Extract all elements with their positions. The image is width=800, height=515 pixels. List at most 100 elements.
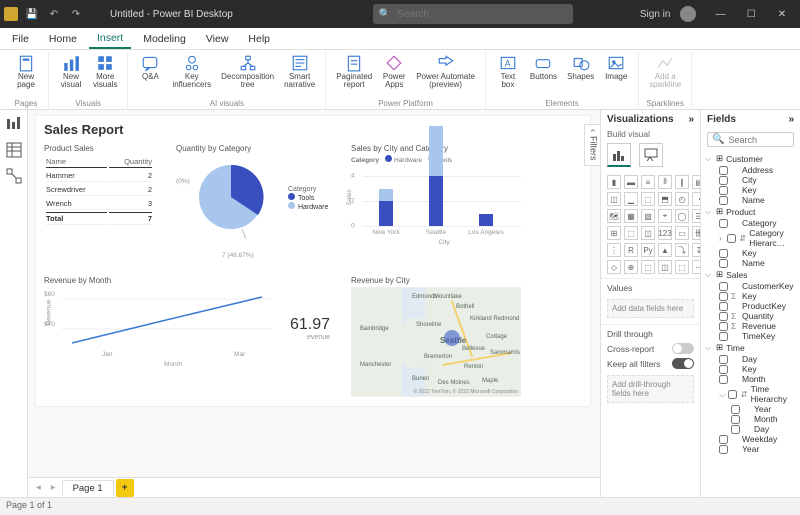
field-month[interactable]: Month [705, 414, 796, 424]
build-visual-tab[interactable] [607, 143, 631, 167]
ribbon-key-influencers[interactable]: Key influencers [168, 52, 215, 92]
ribbon-smart-narrative[interactable]: Smart narrative [280, 52, 319, 92]
field-productkey[interactable]: ProductKey [705, 301, 796, 311]
collapse-icon[interactable]: » [688, 114, 694, 125]
save-icon[interactable]: 💾 [24, 6, 40, 22]
minimize-button[interactable]: — [706, 9, 734, 20]
field-key[interactable]: Key [705, 364, 796, 374]
ribbon-image[interactable]: Image [600, 52, 632, 92]
table-time[interactable]: ⌵⊞Time [705, 341, 796, 354]
viz-type-1[interactable]: ▬ [624, 175, 638, 189]
field-weekday[interactable]: Weekday [705, 434, 796, 444]
field-city[interactable]: City [705, 175, 796, 185]
maximize-button[interactable]: ☐ [737, 9, 765, 20]
visual-product-sales[interactable]: Product Sales NameQuantityHammer2Screwdr… [44, 144, 154, 227]
visual-sales-city-category[interactable]: Sales by City and Category Category Hard… [351, 144, 531, 236]
viz-type-10[interactable]: ◴ [675, 192, 689, 206]
viz-type-9[interactable]: ⬒ [658, 192, 672, 206]
fields-search-input[interactable] [728, 135, 789, 145]
filters-collapsed-pane[interactable]: ‹ Filters [584, 124, 600, 166]
ribbon-shapes[interactable]: Shapes [563, 52, 598, 92]
map-visual[interactable]: Seattle Bothell Kirkland Redmond Des Moi… [351, 287, 521, 397]
values-well[interactable]: Add data fields here [607, 299, 694, 318]
menu-insert[interactable]: Insert [89, 29, 131, 49]
global-search[interactable]: 🔍 [373, 4, 573, 24]
viz-type-22[interactable]: ▭ [675, 226, 689, 240]
fields-search[interactable]: 🔍 [707, 132, 794, 147]
viz-type-2[interactable]: ≡ [641, 175, 655, 189]
drillthrough-well[interactable]: Add drill-through fields here [607, 375, 694, 403]
viz-type-28[interactable]: ⤵ [675, 243, 689, 257]
tab-nav-right[interactable]: ▸ [47, 482, 60, 493]
field-timehierarchy[interactable]: ⌵⇵Time Hierarchy [705, 384, 796, 404]
ribbon-powerautomate-preview[interactable]: Power Automate (preview) [412, 52, 479, 92]
viz-type-3[interactable]: ⫴ [658, 175, 672, 189]
data-view-icon[interactable] [6, 142, 22, 158]
global-search-input[interactable] [397, 9, 567, 20]
field-categoryhierarc[interactable]: ›⇵Category Hierarc… [705, 228, 796, 248]
table-customer[interactable]: ⌵⊞Customer [705, 152, 796, 165]
viz-type-24[interactable]: ⋮ [607, 243, 621, 257]
model-view-icon[interactable] [6, 168, 22, 184]
viz-type-7[interactable]: ▁ [624, 192, 638, 206]
field-key[interactable]: Key [705, 185, 796, 195]
format-visual-tab[interactable] [639, 143, 663, 167]
avatar[interactable] [680, 6, 696, 22]
redo-icon[interactable]: ↷ [68, 6, 84, 22]
close-button[interactable]: ✕ [768, 9, 796, 20]
page-tab[interactable]: Page 1 [62, 480, 114, 496]
field-name[interactable]: Name [705, 258, 796, 268]
field-year[interactable]: Year [705, 404, 796, 414]
menu-help[interactable]: Help [240, 30, 278, 48]
viz-type-25[interactable]: R [624, 243, 638, 257]
viz-type-8[interactable]: ⬚ [641, 192, 655, 206]
field-category[interactable]: Category [705, 218, 796, 228]
report-canvas[interactable]: Sales Report Product Sales NameQuantityH… [28, 110, 600, 505]
tab-nav-left[interactable]: ◂ [32, 482, 45, 493]
viz-type-20[interactable]: ◫ [641, 226, 655, 240]
keep-filters-toggle[interactable] [672, 358, 694, 369]
viz-type-27[interactable]: ▲ [658, 243, 672, 257]
viz-type-18[interactable]: ⊞ [607, 226, 621, 240]
viz-type-34[interactable]: ⬚ [675, 260, 689, 274]
sign-in-link[interactable]: Sign in [640, 9, 671, 20]
ribbon-buttons[interactable]: Buttons [526, 52, 561, 92]
field-timekey[interactable]: TimeKey [705, 331, 796, 341]
viz-type-14[interactable]: ▧ [641, 209, 655, 223]
field-revenue[interactable]: ΣRevenue [705, 321, 796, 331]
report-view-icon[interactable] [6, 116, 22, 132]
ribbon-new-page[interactable]: New page [10, 52, 42, 92]
table-product[interactable]: ⌵⊞Product [705, 205, 796, 218]
field-key[interactable]: Key [705, 248, 796, 258]
field-year[interactable]: Year [705, 444, 796, 454]
menu-home[interactable]: Home [41, 30, 85, 48]
field-address[interactable]: Address [705, 165, 796, 175]
viz-type-13[interactable]: ▦ [624, 209, 638, 223]
collapse-icon[interactable]: » [788, 114, 794, 125]
viz-type-31[interactable]: ⊕ [624, 260, 638, 274]
viz-type-19[interactable]: ⬚ [624, 226, 638, 240]
cross-report-toggle[interactable] [672, 343, 694, 354]
ribbon-paginated-report[interactable]: Paginated report [332, 52, 376, 92]
field-month[interactable]: Month [705, 374, 796, 384]
ribbon-decomposition-tree[interactable]: Decomposition tree [217, 52, 278, 92]
table-sales[interactable]: ⌵⊞Sales [705, 268, 796, 281]
menu-modeling[interactable]: Modeling [135, 30, 194, 48]
undo-icon[interactable]: ↶ [46, 6, 62, 22]
viz-type-12[interactable]: 🗺 [607, 209, 621, 223]
visual-revenue-by-city[interactable]: Revenue by City Seattle Bothell Kirkland… [351, 276, 521, 397]
viz-type-33[interactable]: ◫ [658, 260, 672, 274]
viz-type-30[interactable]: ◇ [607, 260, 621, 274]
ribbon-qa[interactable]: Q&A [134, 52, 166, 92]
menu-view[interactable]: View [198, 30, 237, 48]
visual-qty-by-category[interactable]: Quantity by Category (0%) 7 (46.67%) Cat… [176, 144, 336, 245]
viz-type-26[interactable]: Py [641, 243, 655, 257]
field-quantity[interactable]: ΣQuantity [705, 311, 796, 321]
ribbon-new-visual[interactable]: New visual [55, 52, 87, 92]
viz-type-4[interactable]: ∥ [675, 175, 689, 189]
ribbon-more-visuals[interactable]: More visuals [89, 52, 121, 92]
viz-type-15[interactable]: ⌖ [658, 209, 672, 223]
add-page-button[interactable]: + [116, 479, 134, 497]
viz-type-16[interactable]: ◯ [675, 209, 689, 223]
viz-type-21[interactable]: 123 [658, 226, 672, 240]
